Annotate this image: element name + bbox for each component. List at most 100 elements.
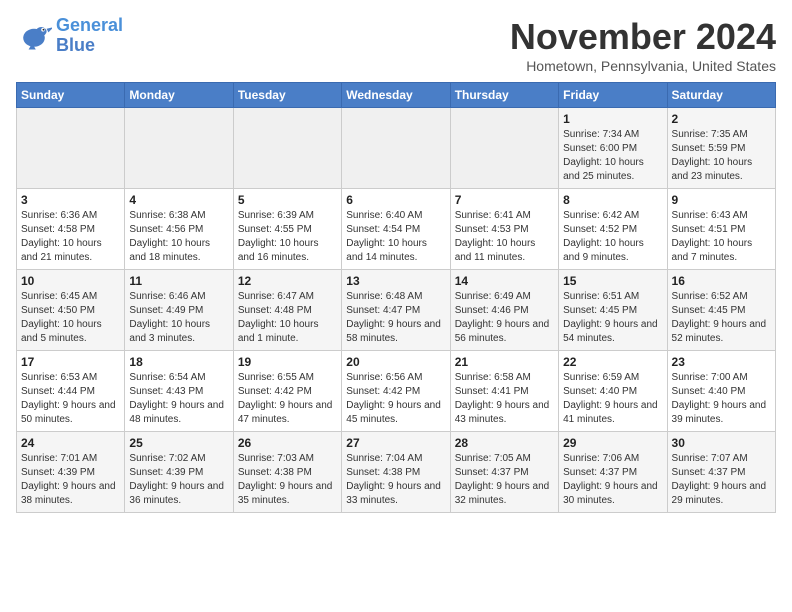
day-info: Sunrise: 7:03 AM Sunset: 4:38 PM Dayligh…	[238, 452, 337, 508]
calendar-cell: 12Sunrise: 6:47 AM Sunset: 4:48 PM Dayli…	[233, 270, 341, 351]
calendar-cell: 29 Sunrise: 7:06 AM Sunset: 4:37 PM Dayli…	[559, 432, 667, 513]
calendar-cell: 1Sunrise: 7:34 AM Sunset: 6:00 PM Daylig…	[559, 108, 667, 189]
calendar-cell: 11 Sunrise: 6:46 AM Sunset: 4:49 PM Dayli…	[125, 270, 233, 351]
weekday-header: Thursday	[450, 83, 558, 108]
day-info: Sunrise: 6:53 AM Sunset: 4:44 PM Dayligh…	[21, 371, 120, 427]
calendar-cell: 5 Sunrise: 6:39 AM Sunset: 4:55 PM Daylig…	[233, 189, 341, 270]
day-number: 8	[563, 193, 662, 207]
day-info: Sunrise: 6:40 AM Sunset: 4:54 PM Dayligh…	[346, 209, 445, 265]
location-subtitle: Hometown, Pennsylvania, United States	[510, 58, 776, 74]
day-number: 30	[672, 436, 771, 450]
calendar-cell	[342, 108, 450, 189]
day-number: 28	[455, 436, 554, 450]
day-info: Sunrise: 7:01 AM Sunset: 4:39 PM Dayligh…	[21, 452, 120, 508]
day-info: Sunrise: 7:00 AM Sunset: 4:40 PM Dayligh…	[672, 371, 771, 427]
day-number: 6	[346, 193, 445, 207]
weekday-header: Tuesday	[233, 83, 341, 108]
day-number: 12	[238, 274, 337, 288]
day-number: 17	[21, 355, 120, 369]
calendar-cell: 17 Sunrise: 6:53 AM Sunset: 4:44 PM Dayli…	[17, 351, 125, 432]
day-number: 23	[672, 355, 771, 369]
calendar-week-row: 1Sunrise: 7:34 AM Sunset: 6:00 PM Daylig…	[17, 108, 776, 189]
calendar-week-row: 24 Sunrise: 7:01 AM Sunset: 4:39 PM Dayli…	[17, 432, 776, 513]
day-number: 18	[129, 355, 228, 369]
day-info: Sunrise: 6:46 AM Sunset: 4:49 PM Dayligh…	[129, 290, 228, 346]
weekday-header: Saturday	[667, 83, 775, 108]
day-number: 29	[563, 436, 662, 450]
day-number: 11	[129, 274, 228, 288]
calendar-cell: 20 Sunrise: 6:56 AM Sunset: 4:42 PM Dayli…	[342, 351, 450, 432]
day-info: Sunrise: 6:36 AM Sunset: 4:58 PM Dayligh…	[21, 209, 120, 265]
day-info: Sunrise: 7:05 AM Sunset: 4:37 PM Dayligh…	[455, 452, 554, 508]
day-number: 26	[238, 436, 337, 450]
day-number: 9	[672, 193, 771, 207]
day-info: Sunrise: 6:58 AM Sunset: 4:41 PM Dayligh…	[455, 371, 554, 427]
calendar-cell: 8 Sunrise: 6:42 AM Sunset: 4:52 PM Daylig…	[559, 189, 667, 270]
logo: General Blue	[16, 16, 123, 56]
calendar-cell: 21 Sunrise: 6:58 AM Sunset: 4:41 PM Dayli…	[450, 351, 558, 432]
day-number: 21	[455, 355, 554, 369]
day-info: Sunrise: 7:02 AM Sunset: 4:39 PM Dayligh…	[129, 452, 228, 508]
calendar-cell: 13Sunrise: 6:48 AM Sunset: 4:47 PM Dayli…	[342, 270, 450, 351]
day-number: 25	[129, 436, 228, 450]
logo-text: General Blue	[56, 16, 123, 56]
day-info: Sunrise: 6:39 AM Sunset: 4:55 PM Dayligh…	[238, 209, 337, 265]
day-info: Sunrise: 6:42 AM Sunset: 4:52 PM Dayligh…	[563, 209, 662, 265]
calendar-cell	[450, 108, 558, 189]
day-number: 22	[563, 355, 662, 369]
page-header: General Blue November 2024 Hometown, Pen…	[16, 16, 776, 74]
calendar-cell: 4 Sunrise: 6:38 AM Sunset: 4:56 PM Daylig…	[125, 189, 233, 270]
calendar-cell: 6 Sunrise: 6:40 AM Sunset: 4:54 PM Daylig…	[342, 189, 450, 270]
day-info: Sunrise: 7:07 AM Sunset: 4:37 PM Dayligh…	[672, 452, 771, 508]
calendar-cell: 14 Sunrise: 6:49 AM Sunset: 4:46 PM Dayli…	[450, 270, 558, 351]
calendar-week-row: 10 Sunrise: 6:45 AM Sunset: 4:50 PM Dayli…	[17, 270, 776, 351]
calendar-week-row: 3 Sunrise: 6:36 AM Sunset: 4:58 PM Daylig…	[17, 189, 776, 270]
calendar-cell: 27Sunrise: 7:04 AM Sunset: 4:38 PM Dayli…	[342, 432, 450, 513]
calendar-cell: 19Sunrise: 6:55 AM Sunset: 4:42 PM Dayli…	[233, 351, 341, 432]
calendar-cell: 9 Sunrise: 6:43 AM Sunset: 4:51 PM Daylig…	[667, 189, 775, 270]
calendar-table: SundayMondayTuesdayWednesdayThursdayFrid…	[16, 82, 776, 513]
calendar-cell: 22 Sunrise: 6:59 AM Sunset: 4:40 PM Dayli…	[559, 351, 667, 432]
day-info: Sunrise: 7:34 AM Sunset: 6:00 PM Dayligh…	[563, 128, 662, 184]
day-info: Sunrise: 6:51 AM Sunset: 4:45 PM Dayligh…	[563, 290, 662, 346]
day-info: Sunrise: 6:49 AM Sunset: 4:46 PM Dayligh…	[455, 290, 554, 346]
day-info: Sunrise: 6:38 AM Sunset: 4:56 PM Dayligh…	[129, 209, 228, 265]
calendar-cell: 23 Sunrise: 7:00 AM Sunset: 4:40 PM Dayli…	[667, 351, 775, 432]
calendar-cell: 10 Sunrise: 6:45 AM Sunset: 4:50 PM Dayli…	[17, 270, 125, 351]
calendar-cell: 30 Sunrise: 7:07 AM Sunset: 4:37 PM Dayli…	[667, 432, 775, 513]
calendar-cell: 25 Sunrise: 7:02 AM Sunset: 4:39 PM Dayli…	[125, 432, 233, 513]
day-number: 3	[21, 193, 120, 207]
title-section: November 2024 Hometown, Pennsylvania, Un…	[510, 16, 776, 74]
day-number: 14	[455, 274, 554, 288]
day-info: Sunrise: 6:41 AM Sunset: 4:53 PM Dayligh…	[455, 209, 554, 265]
calendar-cell: 15Sunrise: 6:51 AM Sunset: 4:45 PM Dayli…	[559, 270, 667, 351]
day-number: 2	[672, 112, 771, 126]
calendar-cell: 16Sunrise: 6:52 AM Sunset: 4:45 PM Dayli…	[667, 270, 775, 351]
day-info: Sunrise: 7:35 AM Sunset: 5:59 PM Dayligh…	[672, 128, 771, 184]
day-info: Sunrise: 6:56 AM Sunset: 4:42 PM Dayligh…	[346, 371, 445, 427]
day-number: 4	[129, 193, 228, 207]
calendar-cell: 2 Sunrise: 7:35 AM Sunset: 5:59 PM Daylig…	[667, 108, 775, 189]
logo-icon	[16, 18, 52, 54]
weekday-header: Wednesday	[342, 83, 450, 108]
day-info: Sunrise: 6:45 AM Sunset: 4:50 PM Dayligh…	[21, 290, 120, 346]
weekday-header: Friday	[559, 83, 667, 108]
calendar-body: 1Sunrise: 7:34 AM Sunset: 6:00 PM Daylig…	[17, 108, 776, 513]
day-info: Sunrise: 6:55 AM Sunset: 4:42 PM Dayligh…	[238, 371, 337, 427]
day-number: 20	[346, 355, 445, 369]
day-number: 24	[21, 436, 120, 450]
day-info: Sunrise: 6:59 AM Sunset: 4:40 PM Dayligh…	[563, 371, 662, 427]
calendar-cell: 24 Sunrise: 7:01 AM Sunset: 4:39 PM Dayli…	[17, 432, 125, 513]
calendar-cell: 18Sunrise: 6:54 AM Sunset: 4:43 PM Dayli…	[125, 351, 233, 432]
day-number: 27	[346, 436, 445, 450]
day-number: 13	[346, 274, 445, 288]
day-info: Sunrise: 6:43 AM Sunset: 4:51 PM Dayligh…	[672, 209, 771, 265]
day-number: 16	[672, 274, 771, 288]
weekday-header: Monday	[125, 83, 233, 108]
day-number: 5	[238, 193, 337, 207]
day-info: Sunrise: 7:06 AM Sunset: 4:37 PM Dayligh…	[563, 452, 662, 508]
weekday-header: Sunday	[17, 83, 125, 108]
day-number: 7	[455, 193, 554, 207]
day-number: 10	[21, 274, 120, 288]
calendar-cell: 3 Sunrise: 6:36 AM Sunset: 4:58 PM Daylig…	[17, 189, 125, 270]
